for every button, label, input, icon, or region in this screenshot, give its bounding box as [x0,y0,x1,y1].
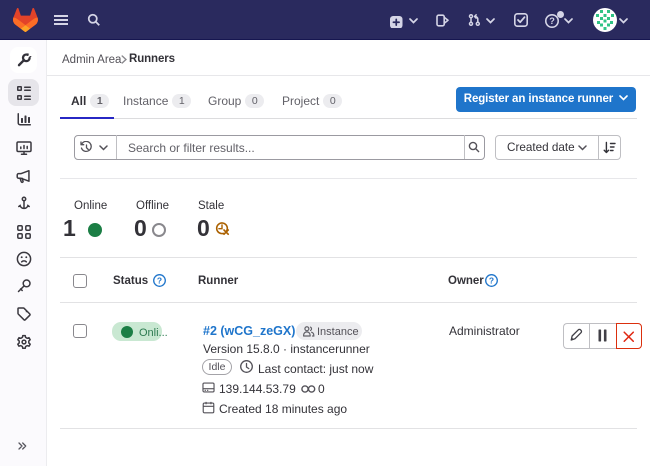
svg-text:?: ? [157,275,162,285]
svg-text:?: ? [489,275,494,285]
svg-text:?: ? [549,16,555,26]
